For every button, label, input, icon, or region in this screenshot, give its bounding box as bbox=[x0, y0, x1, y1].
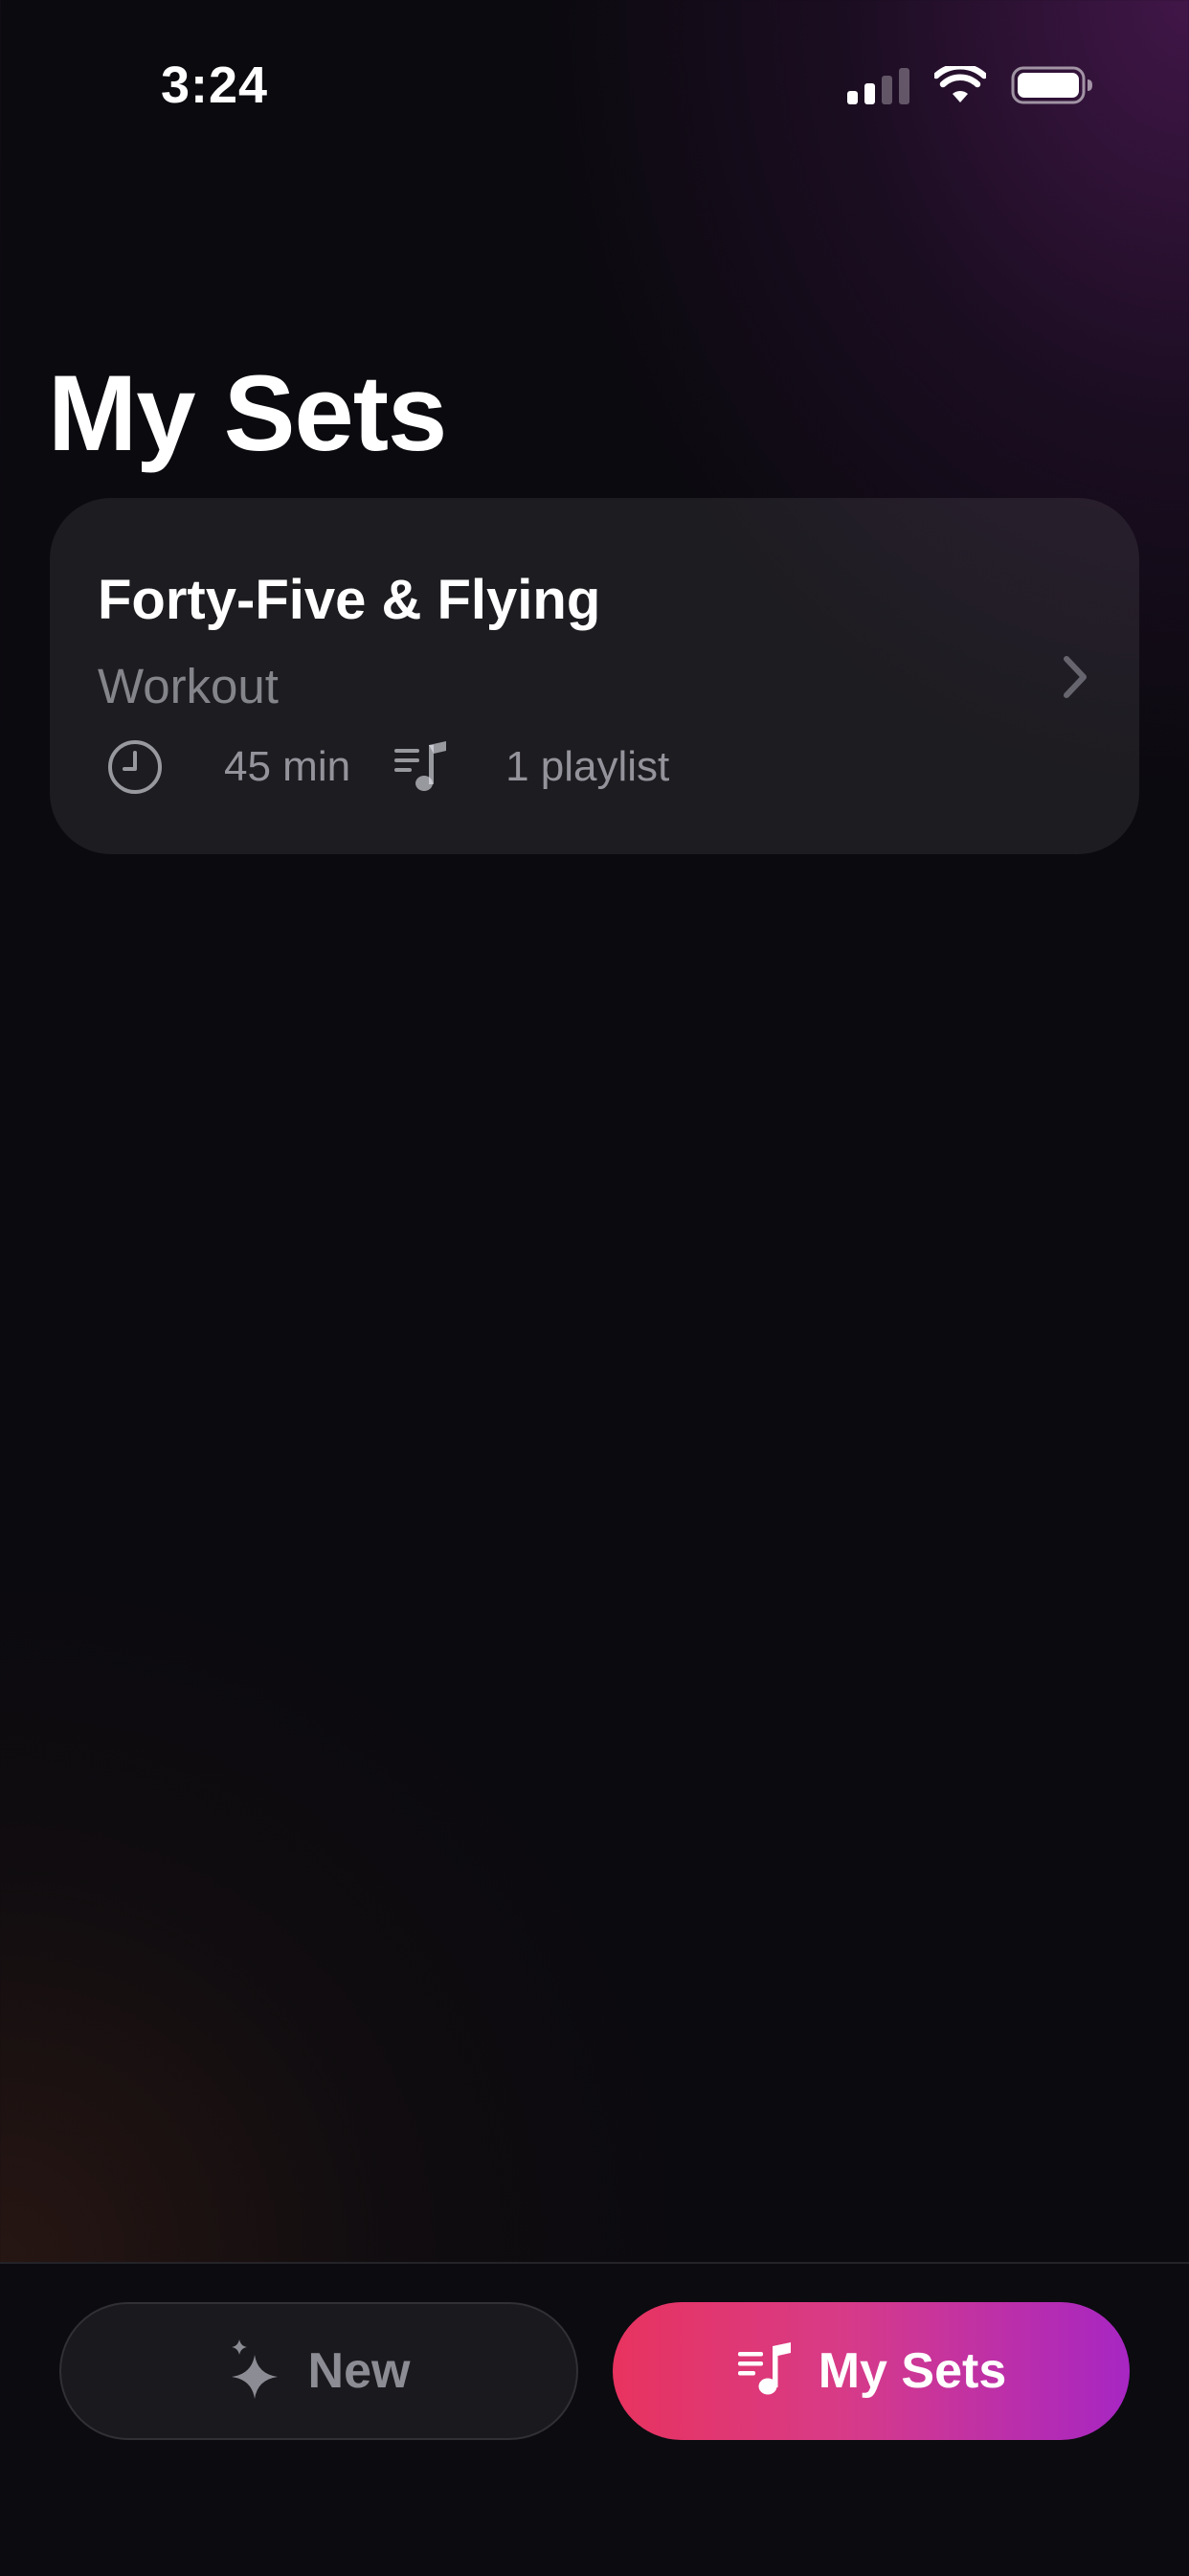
set-title: Forty-Five & Flying bbox=[98, 569, 601, 631]
sparkles-icon bbox=[228, 2338, 283, 2406]
my-sets-screen: { "status_bar": { "time": "3:24", "icons… bbox=[0, 0, 1189, 2576]
set-category: Workout bbox=[98, 659, 279, 713]
wifi-icon bbox=[934, 66, 986, 102]
set-meta: 45 min 1 playlist bbox=[107, 734, 669, 801]
new-button-label: New bbox=[307, 2343, 411, 2399]
my-sets-button[interactable]: My Sets bbox=[613, 2302, 1130, 2440]
new-set-button[interactable]: New bbox=[59, 2302, 578, 2440]
music-list-icon bbox=[393, 739, 450, 795]
my-sets-button-label: My Sets bbox=[818, 2343, 1007, 2399]
page-title: My Sets bbox=[48, 353, 447, 473]
status-time: 3:24 bbox=[161, 56, 269, 114]
clock-icon bbox=[107, 739, 163, 795]
set-playlist-count: 1 playlist bbox=[505, 743, 670, 790]
music-list-icon bbox=[736, 2340, 794, 2403]
cellular-signal-icon bbox=[847, 66, 909, 104]
set-duration: 45 min bbox=[224, 743, 351, 790]
set-card[interactable]: Forty-Five & Flying Workout 45 min 1 pla… bbox=[50, 498, 1139, 854]
status-bar: 3:24 bbox=[0, 0, 1189, 172]
status-icons bbox=[847, 65, 1093, 105]
chevron-right-icon bbox=[1061, 655, 1089, 704]
battery-icon bbox=[1011, 66, 1092, 104]
bottom-bar: New My Sets bbox=[0, 2262, 1189, 2576]
